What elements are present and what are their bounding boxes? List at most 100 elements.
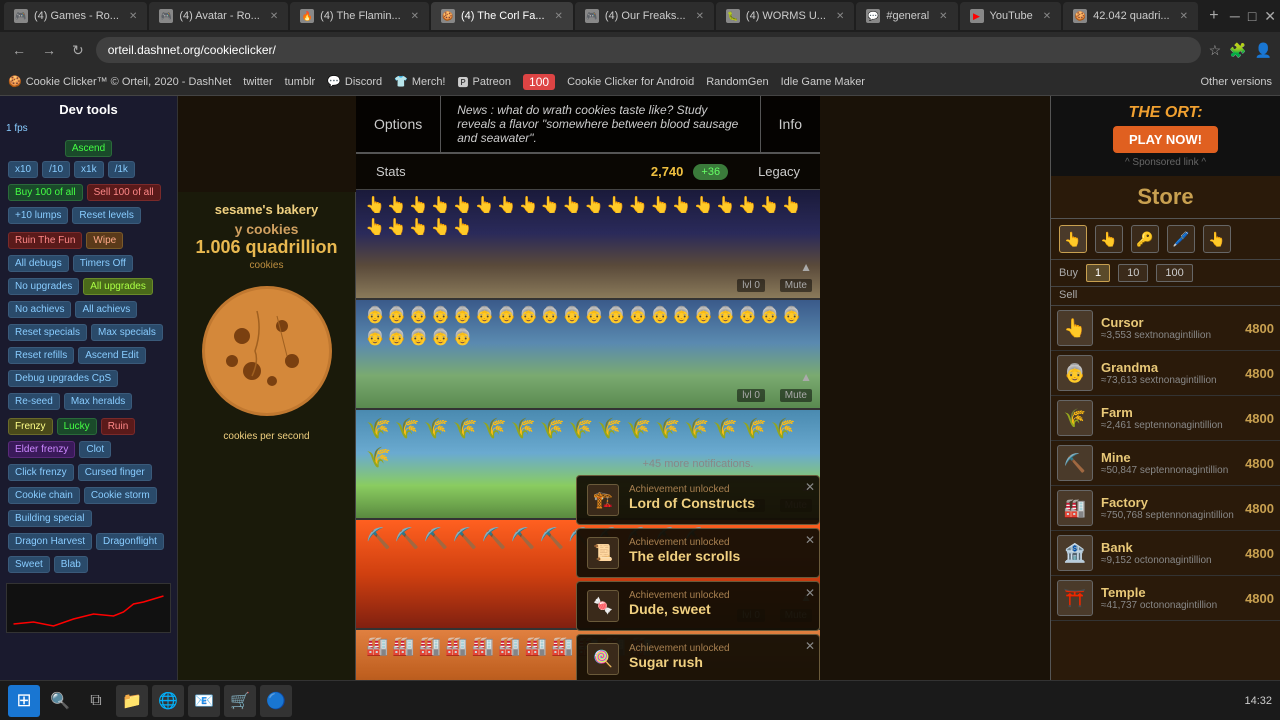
qty-1-button[interactable]: 1 bbox=[1086, 264, 1110, 282]
tab-close-avatar[interactable]: ✕ bbox=[270, 11, 278, 22]
taskbar-mail[interactable]: 📧 bbox=[188, 685, 220, 717]
noupgrades-button[interactable]: No upgrades bbox=[8, 278, 79, 295]
allupgrades-button[interactable]: All upgrades bbox=[83, 278, 153, 295]
ascendedit-button[interactable]: Ascend Edit bbox=[78, 347, 145, 364]
store-item-cursor[interactable]: 👆 Cursor ≈3,553 sextnonagintillion 4800 bbox=[1051, 306, 1280, 351]
tab-corl[interactable]: 🍪 (4) The Corl Fa... ✕ bbox=[431, 2, 573, 30]
resetspecials-button[interactable]: Reset specials bbox=[8, 324, 87, 341]
back-button[interactable]: ← bbox=[8, 38, 30, 62]
lucky-button[interactable]: Lucky bbox=[57, 418, 97, 435]
bookmark-cookie-clicker[interactable]: 🍪 Cookie Clicker™ © Orteil, 2020 - DashN… bbox=[8, 75, 231, 88]
play-now-button[interactable]: PLAY NOW! bbox=[1113, 126, 1218, 153]
tab-close-corl[interactable]: ✕ bbox=[555, 11, 563, 22]
maxherald-button[interactable]: Max heralds bbox=[64, 393, 132, 410]
tab-games[interactable]: 🎮 (4) Games - Ro... ✕ bbox=[4, 2, 147, 30]
cursor-icon-pen[interactable]: 🖊️ bbox=[1167, 225, 1195, 253]
clickfrenzy-button[interactable]: Click frenzy bbox=[8, 464, 74, 481]
timersoff-button[interactable]: Timers Off bbox=[73, 255, 133, 272]
ascend-button[interactable]: Ascend bbox=[65, 140, 112, 157]
cursor-scene-mute[interactable]: Mute bbox=[780, 279, 812, 292]
reseed-button[interactable]: Re-seed bbox=[8, 393, 60, 410]
qty-100-button[interactable]: 100 bbox=[1156, 264, 1192, 282]
cursor-icon-hand2[interactable]: 👆 bbox=[1095, 225, 1123, 253]
tab-close-worms[interactable]: ✕ bbox=[836, 11, 844, 22]
cursor-scene-up[interactable]: ▲ bbox=[800, 260, 812, 274]
taskbar-store[interactable]: 🛒 bbox=[224, 685, 256, 717]
notif-banner[interactable]: +45 more notifications. bbox=[576, 456, 820, 472]
noachievs-button[interactable]: No achievs bbox=[8, 301, 71, 318]
new-tab-button[interactable]: + bbox=[1200, 2, 1228, 30]
grandma-scene-up[interactable]: ▲ bbox=[800, 370, 812, 384]
bookmark-twitter[interactable]: twitter bbox=[243, 76, 272, 88]
options-tab[interactable]: Options bbox=[356, 96, 440, 152]
buildingspecial-button[interactable]: Building special bbox=[8, 510, 92, 527]
sponsored-link[interactable]: ^ Sponsored link ^ bbox=[1059, 157, 1272, 168]
cookiechain-button[interactable]: Cookie chain bbox=[8, 487, 80, 504]
bookmark-discord[interactable]: 💬 Discord bbox=[327, 75, 382, 88]
store-item-mine[interactable]: ⛏️ Mine ≈50,847 septennonagintillion 480… bbox=[1051, 441, 1280, 486]
tab-avatar[interactable]: 🎮 (4) Avatar - Ro... ✕ bbox=[149, 2, 288, 30]
close-button[interactable]: ✕ bbox=[1264, 8, 1276, 25]
store-item-bank[interactable]: 🏦 Bank ≈9,152 octononagintillion 4800 bbox=[1051, 531, 1280, 576]
lumps-button[interactable]: +10 lumps bbox=[8, 207, 68, 224]
grandma-scene-mute[interactable]: Mute bbox=[780, 389, 812, 402]
bookmark-icon[interactable]: ☆ bbox=[1209, 42, 1222, 59]
elderfrenzy-button[interactable]: Elder frenzy bbox=[8, 441, 75, 458]
bookmark-android[interactable]: Cookie Clicker for Android bbox=[567, 76, 694, 88]
achievement-close-3[interactable]: ✕ bbox=[805, 586, 815, 600]
store-item-temple[interactable]: ⛩️ Temple ≈41,737 octononagintillion 480… bbox=[1051, 576, 1280, 621]
tab-close-youtube[interactable]: ✕ bbox=[1043, 11, 1051, 22]
stats-tab[interactable]: Stats bbox=[356, 158, 426, 185]
maximize-button[interactable]: □ bbox=[1248, 8, 1256, 24]
bookmark-100[interactable]: 100 bbox=[523, 74, 555, 90]
taskbar-chrome[interactable]: 🔵 bbox=[260, 685, 292, 717]
legacy-tab[interactable]: Legacy bbox=[738, 158, 820, 185]
bookmark-merch[interactable]: 👕 Merch! bbox=[394, 75, 445, 88]
x1k-button[interactable]: x1k bbox=[74, 161, 104, 178]
store-item-farm[interactable]: 🌾 Farm ≈2,461 septennonagintillion 4800 bbox=[1051, 396, 1280, 441]
search-button[interactable]: 🔍 bbox=[44, 685, 76, 717]
sweet-button[interactable]: Sweet bbox=[8, 556, 50, 573]
task-view-button[interactable]: ⧉ bbox=[80, 685, 112, 717]
tab-general[interactable]: 💬 #general ✕ bbox=[856, 2, 957, 30]
store-item-factory[interactable]: 🏭 Factory ≈750,768 septennonagintillion … bbox=[1051, 486, 1280, 531]
maxspecials-button[interactable]: Max specials bbox=[91, 324, 163, 341]
achievement-close-2[interactable]: ✕ bbox=[805, 533, 815, 547]
cookiestorm-button[interactable]: Cookie storm bbox=[84, 487, 157, 504]
tab-close-flaming[interactable]: ✕ bbox=[411, 11, 419, 22]
resetlevels-button[interactable]: Reset levels bbox=[72, 207, 140, 224]
qty-10-button[interactable]: 10 bbox=[1118, 264, 1148, 282]
bookmark-idlegame[interactable]: Idle Game Maker bbox=[781, 76, 865, 88]
big-cookie[interactable] bbox=[197, 281, 337, 421]
x10-button[interactable]: x10 bbox=[8, 161, 38, 178]
taskbar-time[interactable]: 14:32 bbox=[1244, 695, 1272, 707]
ruinfun-button[interactable]: Ruin The Fun bbox=[8, 232, 82, 249]
dragonharvest-button[interactable]: Dragon Harvest bbox=[8, 533, 92, 550]
tab-youtube[interactable]: ▶ YouTube ✕ bbox=[960, 2, 1062, 30]
tab-worms[interactable]: 🐛 (4) WORMS U... ✕ bbox=[716, 2, 854, 30]
bookmark-tumblr[interactable]: tumblr bbox=[285, 76, 316, 88]
debugupgrades-button[interactable]: Debug upgrades CpS bbox=[8, 370, 118, 387]
tab-close-general[interactable]: ✕ bbox=[939, 11, 947, 22]
cursedfinger-button[interactable]: Cursed finger bbox=[78, 464, 152, 481]
info-tab[interactable]: Info bbox=[761, 96, 820, 152]
frenzy-button[interactable]: Frenzy bbox=[8, 418, 53, 435]
blab-button[interactable]: Blab bbox=[54, 556, 88, 573]
url-input[interactable] bbox=[96, 37, 1201, 63]
profile-icon[interactable]: 👤 bbox=[1255, 42, 1272, 59]
bookmark-other-versions[interactable]: Other versions bbox=[1200, 76, 1272, 88]
alldebug-button[interactable]: All debugs bbox=[8, 255, 69, 272]
div1k-button[interactable]: /1k bbox=[108, 161, 135, 178]
start-button[interactable]: ⊞ bbox=[8, 685, 40, 717]
ruin-button[interactable]: Ruin bbox=[101, 418, 136, 435]
tab-close-freaks[interactable]: ✕ bbox=[696, 11, 704, 22]
tab-freaks[interactable]: 🎮 (4) Our Freaks... ✕ bbox=[575, 2, 714, 30]
clot-button[interactable]: Clot bbox=[79, 441, 111, 458]
sell100all-button[interactable]: Sell 100 of all bbox=[87, 184, 161, 201]
bookmark-patreon[interactable]: 🅿 Patreon bbox=[458, 74, 512, 90]
minimize-button[interactable]: ─ bbox=[1230, 8, 1240, 24]
allachievs-button[interactable]: All achievs bbox=[75, 301, 137, 318]
tab-close-games[interactable]: ✕ bbox=[129, 11, 137, 22]
refresh-button[interactable]: ↻ bbox=[68, 38, 88, 63]
taskbar-edge[interactable]: 🌐 bbox=[152, 685, 184, 717]
